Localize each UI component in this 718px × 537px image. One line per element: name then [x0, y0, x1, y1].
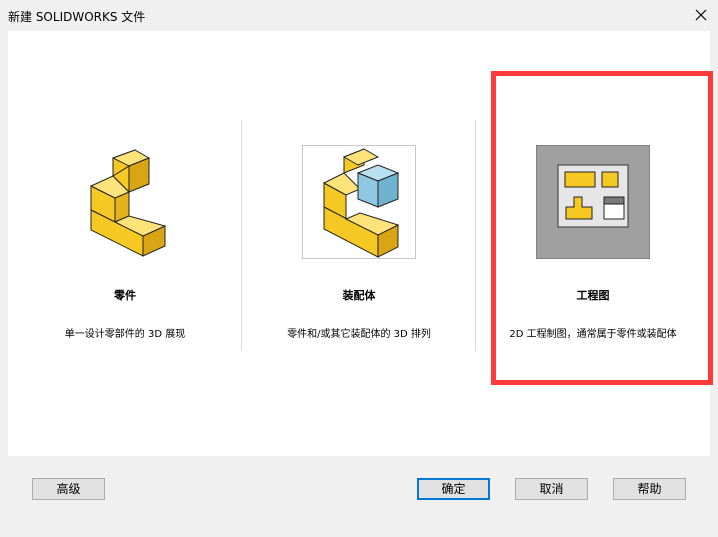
template-assembly-label: 装配体 — [342, 289, 376, 302]
template-assembly-description: 零件和/或其它装配体的 3D 排列 — [287, 329, 431, 340]
template-part-label: 零件 — [114, 289, 136, 302]
template-assembly[interactable]: 装配体 零件和/或其它装配体的 3D 排列 — [242, 31, 476, 456]
close-button[interactable] — [690, 4, 712, 26]
part-icon — [89, 149, 167, 257]
template-part-description: 单一设计零部件的 3D 展现 — [64, 329, 186, 340]
close-icon — [695, 9, 707, 21]
cancel-button[interactable]: 取消 — [515, 478, 588, 500]
ok-button[interactable]: 确定 — [417, 478, 490, 500]
template-part[interactable]: 零件 单一设计零部件的 3D 展现 — [8, 31, 242, 456]
template-panel: 零件 单一设计零部件的 3D 展现 装配体 零件和/或其它装配体的 3D 排列 — [8, 31, 713, 456]
dialog-body: 零件 单一设计零部件的 3D 展现 装配体 零件和/或其它装配体的 3D 排列 — [0, 31, 718, 537]
advanced-button[interactable]: 高级 — [32, 478, 105, 500]
window-title: 新建 SOLIDWORKS 文件 — [8, 10, 146, 24]
assembly-icon — [322, 148, 400, 258]
selection-highlight — [491, 71, 713, 385]
help-button[interactable]: 帮助 — [613, 478, 686, 500]
title-bar: 新建 SOLIDWORKS 文件 — [0, 0, 718, 31]
